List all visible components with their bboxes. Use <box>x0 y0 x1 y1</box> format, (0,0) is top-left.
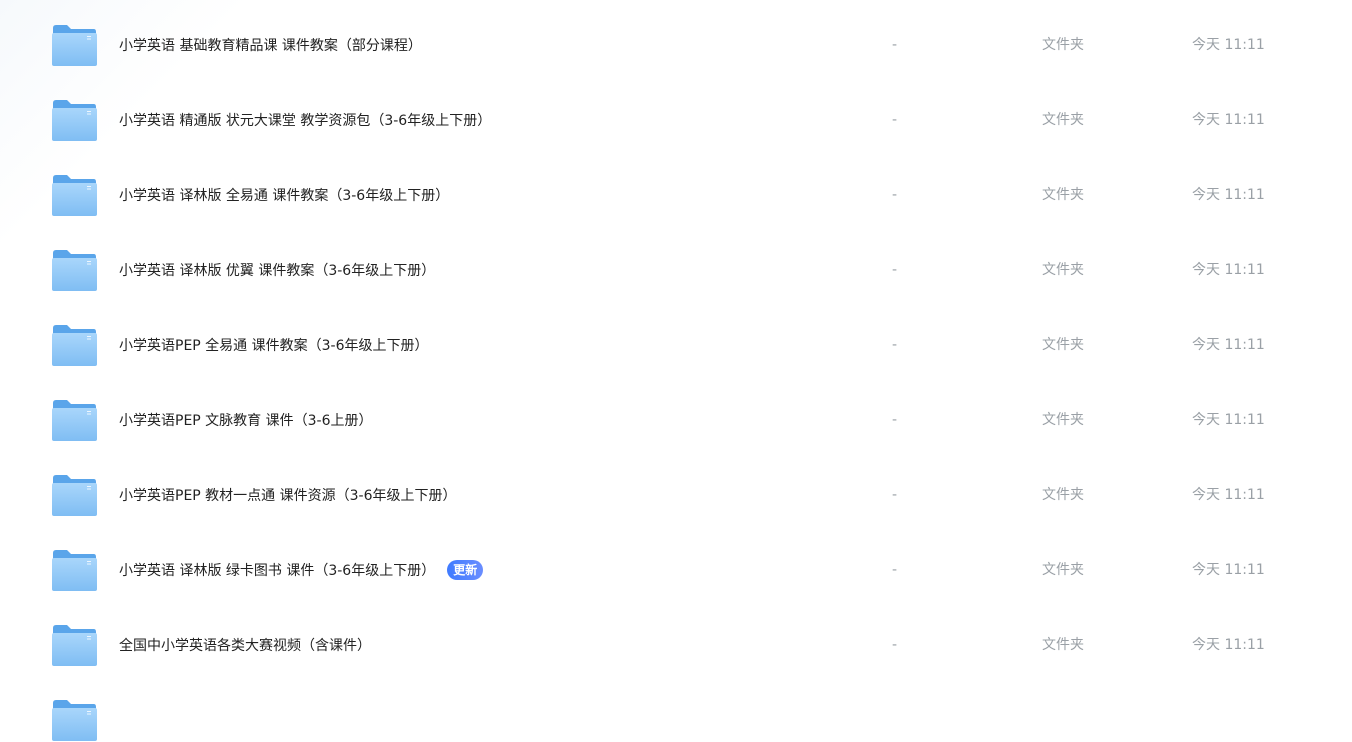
file-row-3[interactable]: 小学英语 译林版 全易通 课件教案（3-6年级上下册） - 文件夹 今天 11:… <box>0 158 1352 233</box>
file-size: - <box>892 412 898 428</box>
file-type: 文件夹 <box>1042 637 1084 653</box>
file-name-wrap: 小学英语 译林版 绿卡图书 课件（3-6年级上下册） 更新 <box>119 533 484 608</box>
folder-icon <box>51 174 97 216</box>
file-modified-time: 今天 11:11 <box>1192 637 1265 653</box>
folder-icon <box>51 699 97 741</box>
file-name-wrap: 小学英语 基础教育精品课 课件教案（部分课程） <box>119 8 422 83</box>
folder-icon <box>51 99 97 141</box>
file-modified-time: 今天 11:11 <box>1192 37 1265 53</box>
file-row-10[interactable] <box>0 683 1352 742</box>
file-row-7[interactable]: 小学英语PEP 教材一点通 课件资源（3-6年级上下册） - 文件夹 今天 11… <box>0 458 1352 533</box>
update-badge: 更新 <box>447 559 484 580</box>
file-type: 文件夹 <box>1042 337 1084 353</box>
file-name-wrap: 小学英语PEP 文脉教育 课件（3-6上册） <box>119 383 373 458</box>
file-modified-time: 今天 11:11 <box>1192 412 1265 428</box>
file-type: 文件夹 <box>1042 37 1084 53</box>
file-type: 文件夹 <box>1042 112 1084 128</box>
file-type: 文件夹 <box>1042 412 1084 428</box>
file-modified-time: 今天 11:11 <box>1192 262 1265 278</box>
file-row-0[interactable]: 小学英语 精通版 天津空中课堂 课件教案习题（3-6年级上下册） - 文件夹 今… <box>0 0 1352 8</box>
file-type: 文件夹 <box>1042 487 1084 503</box>
file-name[interactable]: 小学英语 译林版 优翼 课件教案（3-6年级上下册） <box>119 261 435 281</box>
file-name[interactable]: 小学英语 译林版 绿卡图书 课件（3-6年级上下册） <box>119 561 435 581</box>
file-type: 文件夹 <box>1042 0 1084 8</box>
file-size: - <box>892 262 898 278</box>
file-browser-page: 小学英语 精通版 天津空中课堂 课件教案习题（3-6年级上下册） - 文件夹 今… <box>0 0 1352 742</box>
folder-icon <box>51 249 97 291</box>
file-row-6[interactable]: 小学英语PEP 文脉教育 课件（3-6上册） - 文件夹 今天 11:11 <box>0 383 1352 458</box>
file-modified-time: 今天 11:11 <box>1192 487 1265 503</box>
file-name-wrap: 小学英语 译林版 优翼 课件教案（3-6年级上下册） <box>119 233 435 308</box>
file-name-wrap: 小学英语PEP 教材一点通 课件资源（3-6年级上下册） <box>119 458 457 533</box>
file-row-2[interactable]: 小学英语 精通版 状元大课堂 教学资源包（3-6年级上下册） - 文件夹 今天 … <box>0 83 1352 158</box>
file-modified-time: 今天 11:11 <box>1192 112 1265 128</box>
file-name[interactable]: 小学英语 精通版 状元大课堂 教学资源包（3-6年级上下册） <box>119 111 491 131</box>
file-modified-time: 今天 11:11 <box>1192 562 1265 578</box>
file-name[interactable]: 小学英语 基础教育精品课 课件教案（部分课程） <box>119 36 422 56</box>
file-modified-time: 今天 11:11 <box>1192 0 1265 8</box>
file-name[interactable]: 全国中小学英语各类大赛视频（含课件） <box>119 636 371 656</box>
file-size: - <box>892 337 898 353</box>
folder-icon <box>51 474 97 516</box>
file-row-4[interactable]: 小学英语 译林版 优翼 课件教案（3-6年级上下册） - 文件夹 今天 11:1… <box>0 233 1352 308</box>
folder-icon <box>51 324 97 366</box>
file-type: 文件夹 <box>1042 562 1084 578</box>
file-name[interactable]: 小学英语 译林版 全易通 课件教案（3-6年级上下册） <box>119 186 449 206</box>
file-size: - <box>892 562 898 578</box>
folder-icon <box>51 399 97 441</box>
file-modified-time: 今天 11:11 <box>1192 187 1265 203</box>
file-name-wrap: 小学英语 译林版 全易通 课件教案（3-6年级上下册） <box>119 158 449 233</box>
file-name-wrap: 小学英语PEP 全易通 课件教案（3-6年级上下册） <box>119 308 429 383</box>
file-name[interactable]: 小学英语PEP 教材一点通 课件资源（3-6年级上下册） <box>119 486 457 506</box>
file-row-8[interactable]: 小学英语 译林版 绿卡图书 课件（3-6年级上下册） 更新 - 文件夹 今天 1… <box>0 533 1352 608</box>
file-type: 文件夹 <box>1042 262 1084 278</box>
file-name-wrap: 全国中小学英语各类大赛视频（含课件） <box>119 608 371 683</box>
file-type: 文件夹 <box>1042 187 1084 203</box>
file-modified-time: 今天 11:11 <box>1192 337 1265 353</box>
file-list: 小学英语 精通版 天津空中课堂 课件教案习题（3-6年级上下册） - 文件夹 今… <box>0 0 1352 742</box>
file-row-9[interactable]: 全国中小学英语各类大赛视频（含课件） - 文件夹 今天 11:11 <box>0 608 1352 683</box>
file-name-wrap: 小学英语 精通版 天津空中课堂 课件教案习题（3-6年级上下册） <box>119 0 519 8</box>
folder-icon <box>51 549 97 591</box>
file-size: - <box>892 0 897 8</box>
file-name[interactable]: 小学英语PEP 文脉教育 课件（3-6上册） <box>119 411 373 431</box>
file-size: - <box>892 187 898 203</box>
folder-icon <box>51 624 97 666</box>
file-size: - <box>892 637 898 653</box>
file-name-wrap: 小学英语 精通版 状元大课堂 教学资源包（3-6年级上下册） <box>119 83 491 158</box>
folder-icon <box>51 24 97 66</box>
file-size: - <box>892 112 898 128</box>
file-row-5[interactable]: 小学英语PEP 全易通 课件教案（3-6年级上下册） - 文件夹 今天 11:1… <box>0 308 1352 383</box>
file-size: - <box>892 37 898 53</box>
file-size: - <box>892 487 898 503</box>
file-name[interactable]: 小学英语PEP 全易通 课件教案（3-6年级上下册） <box>119 336 429 356</box>
file-row-1[interactable]: 小学英语 基础教育精品课 课件教案（部分课程） - 文件夹 今天 11:11 <box>0 8 1352 83</box>
